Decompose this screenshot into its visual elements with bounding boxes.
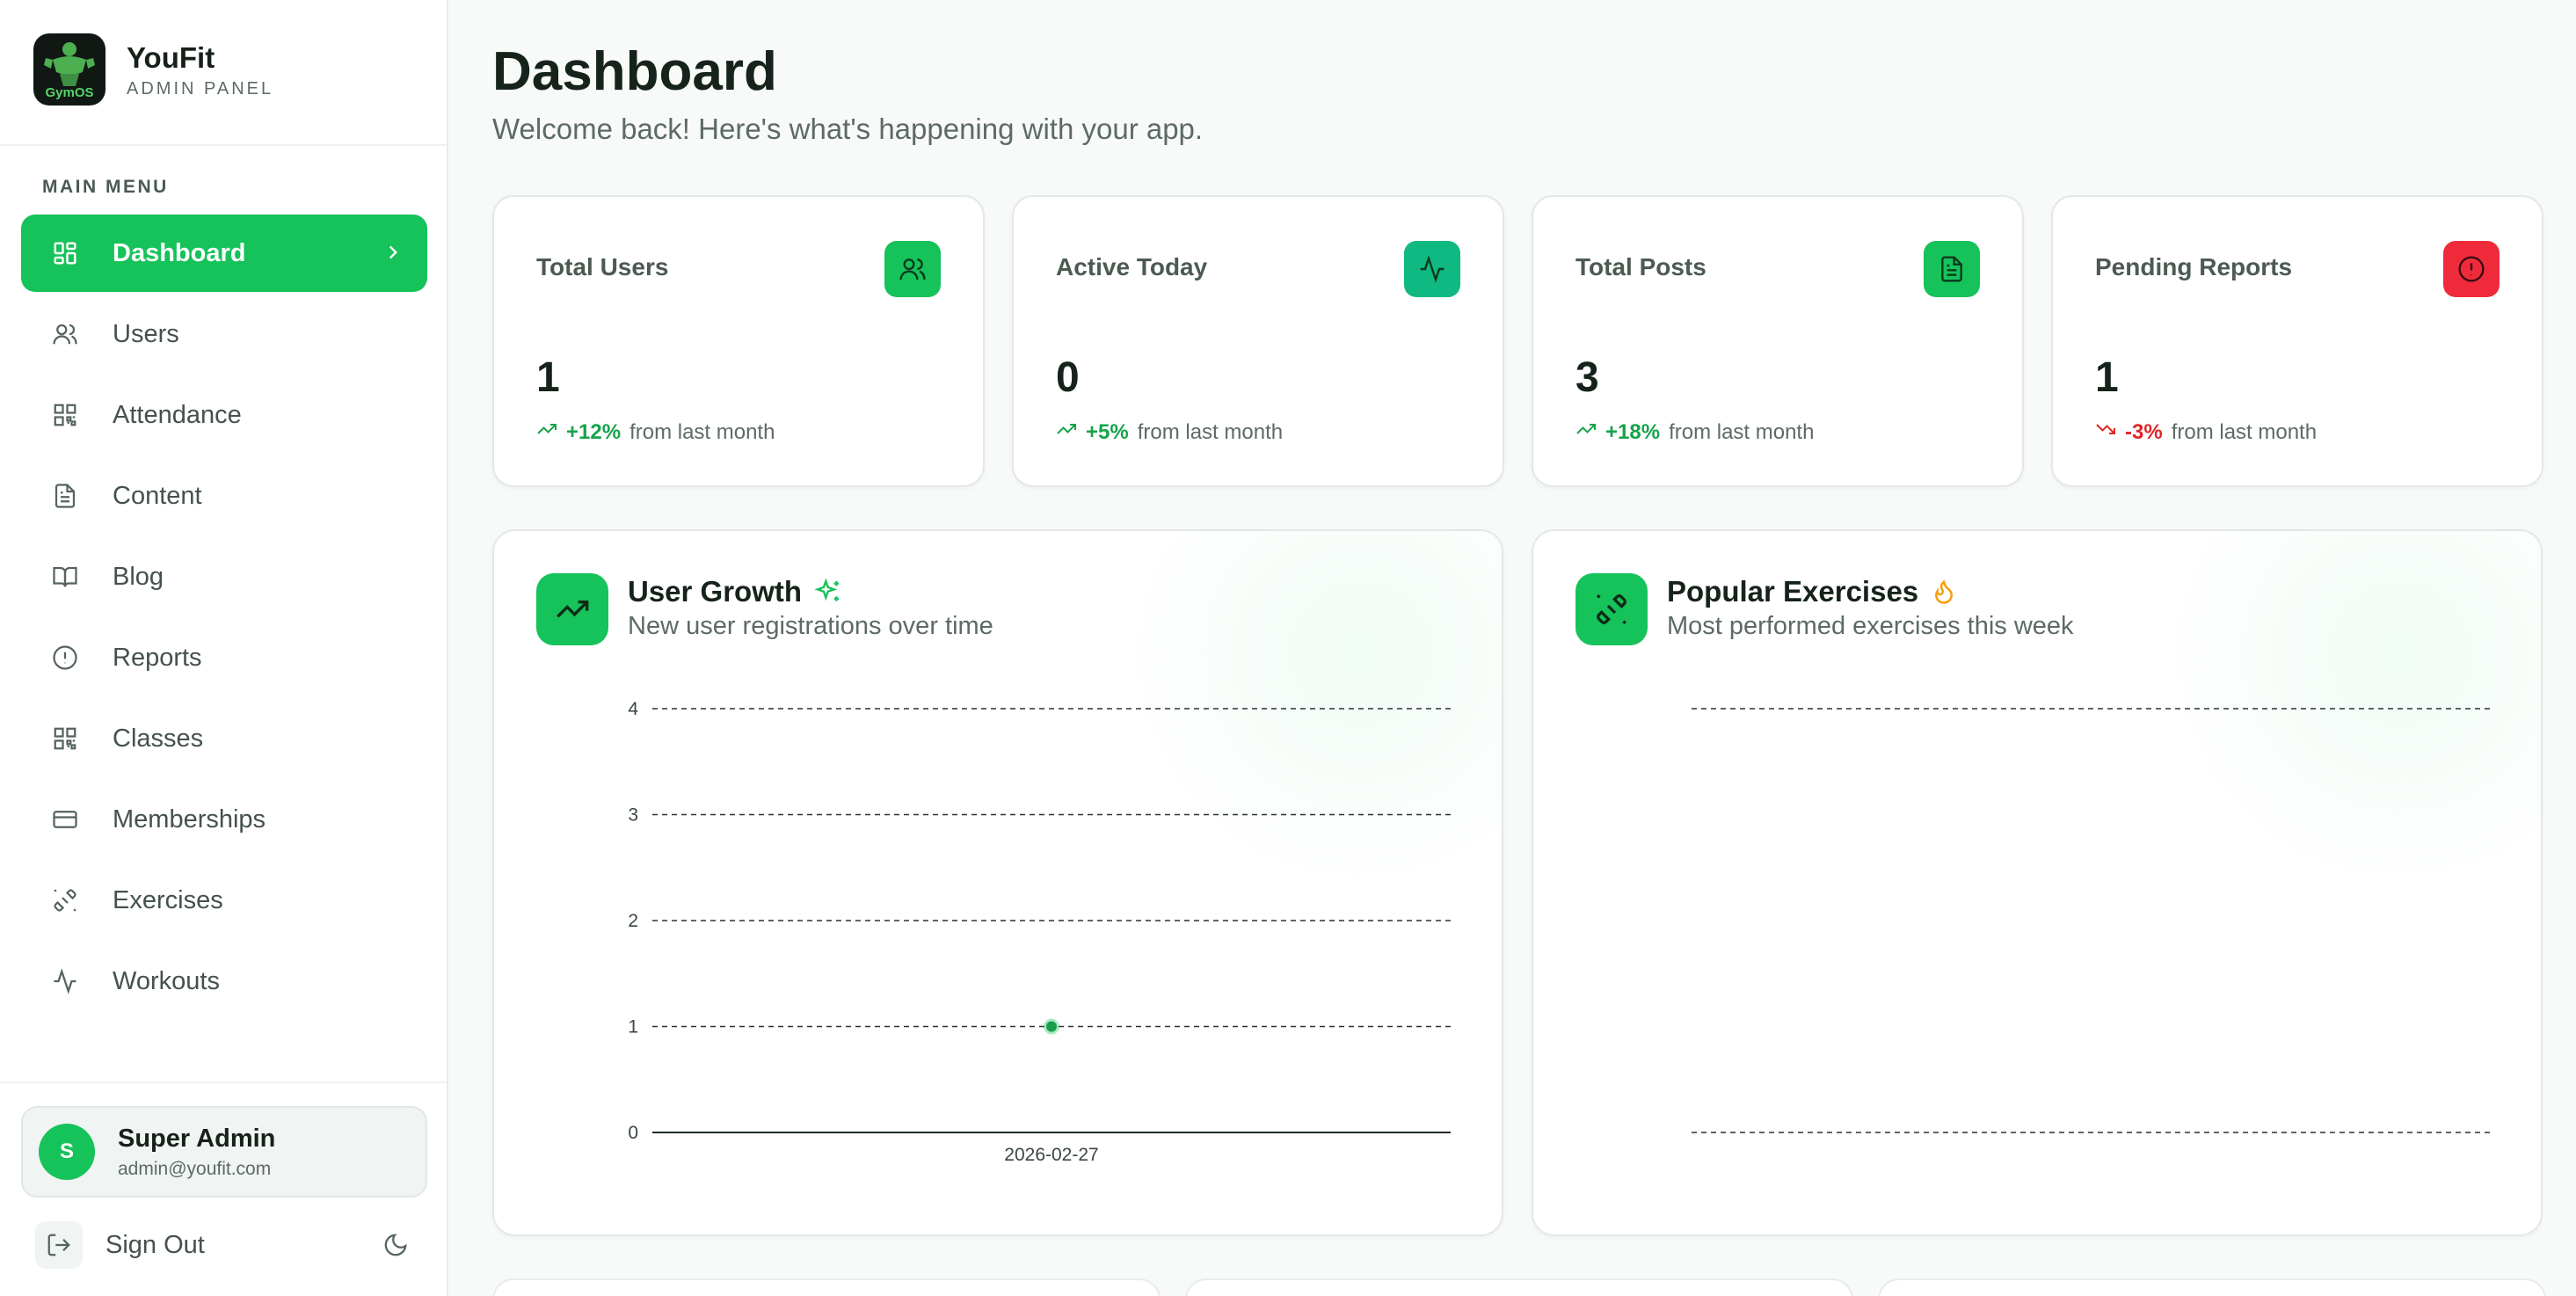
stat-card-total-users: Total Users 1 +12% from last month	[492, 195, 985, 487]
divider	[0, 144, 447, 146]
users-icon	[47, 317, 83, 352]
stat-change: -3%	[2125, 419, 2163, 444]
qr-code-icon	[47, 397, 83, 433]
stat-value: 1	[2095, 354, 2119, 401]
y-tick-label: 0	[628, 1123, 638, 1143]
sidebar-item-reports[interactable]: Reports	[21, 619, 427, 696]
stat-value: 1	[536, 354, 560, 401]
book-open-icon	[47, 559, 83, 594]
log-out-icon	[35, 1221, 83, 1269]
user-email: admin@youfit.com	[118, 1158, 272, 1179]
sidebar-item-content[interactable]: Content	[21, 457, 427, 535]
x-tick-label: 2026-02-27	[1004, 1145, 1098, 1165]
stat-card-active-today: Active Today 0 +5% from last month	[1012, 195, 1504, 487]
sign-out-label: Sign Out	[106, 1230, 205, 1259]
stat-value: 0	[1056, 354, 1080, 401]
y-tick-label: 2	[628, 911, 638, 931]
dashboard-card	[492, 1278, 1161, 1296]
sidebar-item-memberships[interactable]: Memberships	[21, 781, 427, 858]
trending-down-icon	[2095, 419, 2116, 446]
y-tick-label: 1	[628, 1017, 638, 1038]
alert-circle-icon	[47, 640, 83, 675]
sidebar-item-attendance[interactable]: Attendance	[21, 376, 427, 454]
user-growth-panel: User Growth New user registrations over …	[492, 529, 1503, 1236]
y-tick-label: 3	[628, 805, 638, 826]
sign-out-button[interactable]: Sign Out	[35, 1217, 413, 1273]
alert-circle-icon	[2443, 241, 2500, 297]
popular-exercises-panel: Popular Exercises Most performed exercis…	[1532, 529, 2543, 1236]
user-profile-card[interactable]: S Super Admin admin@youfit.com	[21, 1106, 427, 1198]
dashboard-grid-icon	[47, 236, 83, 271]
sidebar-item-classes[interactable]: Classes	[21, 700, 427, 777]
sidebar-item-dashboard[interactable]: Dashboard	[21, 215, 427, 292]
trending-up-icon	[1575, 419, 1597, 446]
popular-exercises-chart	[1692, 708, 2490, 1133]
stat-value: 3	[1575, 354, 1599, 401]
avatar: S	[39, 1124, 95, 1180]
brand-subtitle: ADMIN PANEL	[127, 78, 274, 98]
menu-section-label: MAIN MENU	[42, 177, 169, 197]
trending-up-icon	[1056, 419, 1077, 446]
user-growth-chart: 0 1 2 3 4 2026-02-27	[628, 699, 1451, 1165]
brand-name: YouFit	[127, 40, 215, 74]
y-tick-label: 4	[628, 699, 638, 719]
chevron-right-icon	[382, 241, 404, 268]
dashboard-card	[1185, 1278, 1853, 1296]
dumbbell-icon	[47, 883, 83, 918]
document-icon	[47, 478, 83, 513]
activity-icon	[1404, 241, 1460, 297]
stat-card-pending-reports: Pending Reports 1 -3% from last month	[2051, 195, 2543, 487]
sidebar-item-users[interactable]: Users	[21, 295, 427, 373]
sidebar-item-workouts[interactable]: Workouts	[21, 943, 427, 1020]
sidebar-item-exercises[interactable]: Exercises	[21, 862, 427, 939]
data-point	[1046, 1021, 1057, 1032]
users-icon	[884, 241, 941, 297]
stat-card-total-posts: Total Posts 3 +18% from last month	[1532, 195, 2024, 487]
sidebar-item-blog[interactable]: Blog	[21, 538, 427, 615]
sidebar: GymOS YouFit ADMIN PANEL MAIN MENU Dashb…	[0, 0, 448, 1296]
main-menu: Dashboard Users Attendance Content Blog …	[21, 215, 427, 1059]
document-icon	[1924, 241, 1980, 297]
credit-card-icon	[47, 802, 83, 837]
stat-change: +5%	[1086, 419, 1129, 444]
stat-change: +18%	[1605, 419, 1661, 444]
page-subtitle: Welcome back! Here's what's happening wi…	[492, 113, 1204, 145]
gymos-logo: GymOS	[33, 33, 106, 106]
qr-code-icon	[47, 721, 83, 756]
dashboard-card	[1878, 1278, 2546, 1296]
stat-change: +12%	[566, 419, 622, 444]
user-name: Super Admin	[118, 1124, 276, 1153]
trending-up-icon	[536, 419, 557, 446]
sidebar-footer: S Super Admin admin@youfit.com Sign Out	[0, 1081, 447, 1296]
moon-icon[interactable]	[378, 1227, 413, 1263]
brand[interactable]: GymOS YouFit ADMIN PANEL	[33, 33, 273, 106]
activity-icon	[47, 964, 83, 999]
page-title: Dashboard	[492, 41, 777, 102]
